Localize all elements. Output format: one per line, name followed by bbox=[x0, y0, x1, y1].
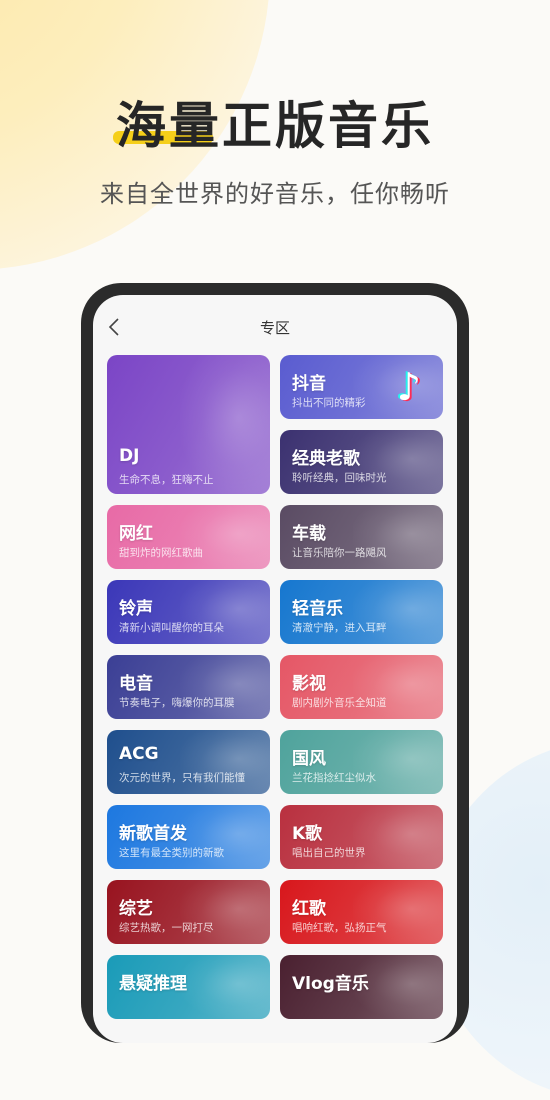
category-title: 车载 bbox=[292, 524, 326, 544]
category-card[interactable]: ♪ 抖音抖出不同的精彩 bbox=[280, 355, 443, 419]
category-title: DJ bbox=[119, 446, 140, 466]
category-card[interactable]: K歌唱出自己的世界 bbox=[280, 805, 443, 869]
category-card[interactable]: 网红甜到炸的网红歌曲 bbox=[107, 505, 270, 569]
nav-bar: 专区 bbox=[93, 295, 457, 355]
category-subtitle: 次元的世界，只有我们能懂 bbox=[119, 772, 245, 784]
category-title: K歌 bbox=[292, 824, 323, 844]
category-subtitle: 甜到炸的网红歌曲 bbox=[119, 547, 203, 559]
category-card[interactable]: 影视剧内剧外音乐全知道 bbox=[280, 655, 443, 719]
category-subtitle: 清澈宁静，进入耳畔 bbox=[292, 622, 387, 634]
category-subtitle: 唱响红歌，弘扬正气 bbox=[292, 922, 387, 934]
category-subtitle: 剧内剧外音乐全知道 bbox=[292, 697, 387, 709]
category-card[interactable]: 轻音乐清澈宁静，进入耳畔 bbox=[280, 580, 443, 644]
category-title: 轻音乐 bbox=[292, 599, 343, 619]
phone-screen: 专区 DJ 生命不息，狂嗨不止 ♪ 抖音抖出不同的精彩经典老歌聆听经典，回味时光网红甜… bbox=[93, 295, 457, 1043]
category-card[interactable]: DJ 生命不息，狂嗨不止 bbox=[107, 355, 270, 494]
category-subtitle: 兰花指捻红尘似水 bbox=[292, 772, 376, 784]
category-subtitle: 唱出自己的世界 bbox=[292, 847, 366, 859]
category-subtitle: 清新小调叫醒你的耳朵 bbox=[119, 622, 224, 634]
category-card[interactable]: 电音节奏电子，嗨爆你的耳膜 bbox=[107, 655, 270, 719]
category-title: 国风 bbox=[292, 749, 326, 769]
category-subtitle: 抖出不同的精彩 bbox=[292, 397, 366, 409]
category-subtitle: 这里有最全类别的新歌 bbox=[119, 847, 224, 859]
category-title: Vlog音乐 bbox=[292, 974, 369, 994]
category-subtitle: 节奏电子，嗨爆你的耳膜 bbox=[119, 697, 235, 709]
category-title: 红歌 bbox=[292, 899, 326, 919]
category-card[interactable]: 红歌唱响红歌，弘扬正气 bbox=[280, 880, 443, 944]
category-card[interactable]: Vlog音乐 bbox=[280, 955, 443, 1019]
category-card[interactable]: 综艺综艺热歌，一网打尽 bbox=[107, 880, 270, 944]
category-artwork bbox=[180, 955, 270, 1019]
promo-subheadline: 来自全世界的好音乐，任你畅听 bbox=[100, 180, 450, 208]
category-title: 影视 bbox=[292, 674, 326, 694]
category-title: 经典老歌 bbox=[292, 449, 360, 469]
promo-headline: 海量正版音乐 bbox=[116, 97, 434, 155]
category-subtitle: 聆听经典，回味时光 bbox=[292, 472, 387, 484]
category-artwork bbox=[353, 805, 443, 869]
category-subtitle: 让音乐陪你一路飓风 bbox=[292, 547, 387, 559]
category-card[interactable]: 铃声清新小调叫醒你的耳朵 bbox=[107, 580, 270, 644]
category-title: 综艺 bbox=[119, 899, 153, 919]
category-card[interactable]: 国风兰花指捻红尘似水 bbox=[280, 730, 443, 794]
category-card[interactable]: 悬疑推理 bbox=[107, 955, 270, 1019]
category-title: 电音 bbox=[119, 674, 153, 694]
category-subtitle: 生命不息，狂嗨不止 bbox=[119, 474, 214, 486]
category-card[interactable]: ACG 次元的世界，只有我们能懂 bbox=[107, 730, 270, 794]
page-title: 专区 bbox=[259, 319, 290, 337]
category-card[interactable]: 经典老歌聆听经典，回味时光 bbox=[280, 430, 443, 494]
category-title: 网红 bbox=[119, 524, 153, 544]
category-card[interactable]: 新歌首发这里有最全类别的新歌 bbox=[107, 805, 270, 869]
tiktok-icon: ♪ bbox=[396, 365, 421, 409]
category-title: ACG bbox=[119, 744, 159, 764]
category-subtitle: 综艺热歌，一网打尽 bbox=[119, 922, 214, 934]
phone-frame: 专区 DJ 生命不息，狂嗨不止 ♪ 抖音抖出不同的精彩经典老歌聆听经典，回味时光网红甜… bbox=[81, 283, 469, 1043]
category-title: 新歌首发 bbox=[119, 824, 187, 844]
category-title: 悬疑推理 bbox=[119, 974, 187, 994]
category-title: 抖音 bbox=[292, 374, 326, 394]
category-title: 铃声 bbox=[119, 599, 153, 619]
category-card[interactable]: 车载让音乐陪你一路飓风 bbox=[280, 505, 443, 569]
